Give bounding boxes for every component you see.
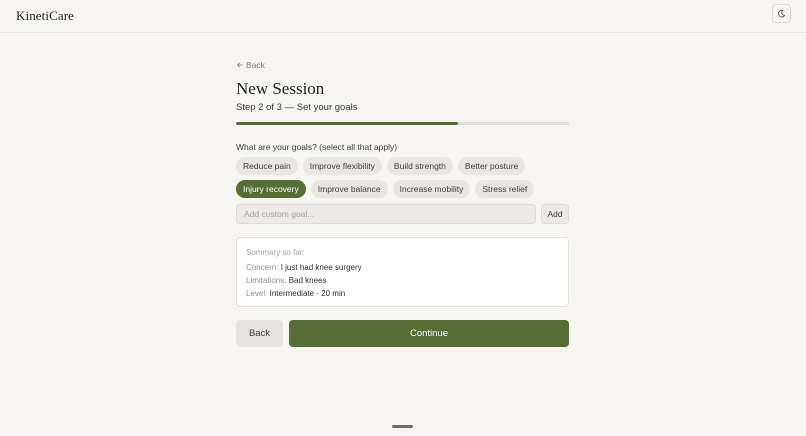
summary-card: Summary so far: Concern: I just had knee… [236,237,569,307]
back-link[interactable]: Back [236,60,265,70]
goal-chip-improve-balance[interactable]: Improve balance [310,180,388,198]
goal-chip-increase-mobility[interactable]: Increase mobility [392,180,471,198]
moon-icon [778,9,785,18]
summary-heading: Summary so far: [246,248,305,257]
goal-chip-reduce-pain[interactable]: Reduce pain [236,157,298,175]
app-brand[interactable]: KinetiCare [16,8,74,24]
summary-limitations: Limitations: Bad knees [246,276,327,285]
back-link-label: Back [246,60,265,70]
step-subtitle: Step 2 of 3 — Set your goals [236,102,358,113]
goal-chip-stress-relief[interactable]: Stress relief [475,180,535,198]
goal-chip-better-posture[interactable]: Better posture [457,157,526,175]
continue-button[interactable]: Continue [289,320,569,347]
top-bar: KinetiCare [0,0,806,33]
custom-goal-input[interactable] [236,204,536,224]
goal-chips-row-1: Reduce pain Improve flexibility Build st… [236,157,526,175]
summary-concern: Concern: I just had knee surgery [246,263,362,272]
goal-chip-improve-flexibility[interactable]: Improve flexibility [302,157,382,175]
progress-fill [236,122,459,125]
goal-chip-injury-recovery[interactable]: Injury recovery [236,180,306,198]
summary-level-value: Intermediate · 20 min [269,289,346,298]
summary-limitations-value: Bad knees [288,276,327,285]
goal-chips-row-2: Injury recovery Improve balance Increase… [236,180,535,198]
theme-toggle-button[interactable] [772,4,791,23]
add-goal-button[interactable]: Add [541,204,569,224]
summary-level: Level: Intermediate · 20 min [246,289,345,298]
summary-concern-value: I just had knee surgery [280,263,362,272]
summary-concern-label: Concern: [246,263,279,272]
drag-handle[interactable] [392,425,413,428]
summary-limitations-label: Limitations: [246,276,287,285]
progress-bar [236,122,569,125]
summary-level-label: Level: [246,289,268,298]
page-title: New Session [236,79,325,98]
custom-goal-row: Add [236,204,569,224]
back-button[interactable]: Back [236,320,283,347]
goal-chip-build-strength[interactable]: Build strength [386,157,453,175]
goals-question: What are your goals? (select all that ap… [236,142,398,152]
arrow-left-icon [237,62,243,68]
